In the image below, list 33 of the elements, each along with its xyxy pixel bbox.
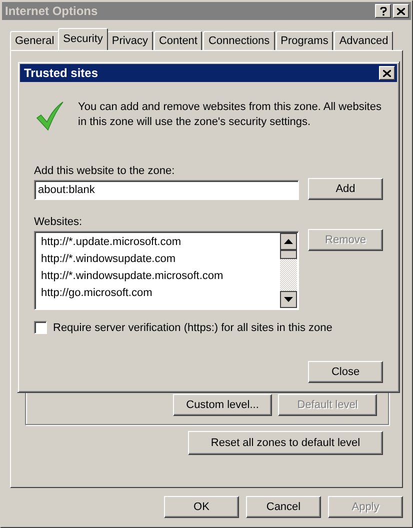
add-button[interactable]: Add — [308, 178, 383, 200]
description-text: You can add and remove websites from this zone. All websites in this zone will use the zone's security settings. — [78, 100, 382, 130]
website-input-field[interactable]: about:blank — [34, 180, 299, 200]
help-button[interactable] — [375, 4, 391, 18]
dialog-button[interactable]: OK — [164, 496, 239, 518]
dialog-button[interactable]: Cancel — [246, 496, 321, 518]
websites-label: Websites: — [34, 216, 84, 228]
dialog-title: Trusted sites — [24, 66, 100, 80]
question-mark-icon — [380, 6, 386, 16]
add-website-label: Add this website to the zone: — [34, 165, 176, 177]
reset-zones-button[interactable]: Reset all zones to default level — [188, 431, 383, 455]
tab[interactable]: General — [10, 31, 60, 50]
tab[interactable]: Programs — [276, 31, 334, 50]
check-icon — [36, 101, 64, 131]
website-item[interactable]: http://*.update.microsoft.com — [41, 234, 280, 251]
level-button[interactable]: Custom level... — [173, 394, 272, 416]
scrollbar[interactable] — [280, 233, 297, 308]
close-button[interactable] — [379, 66, 395, 80]
tab[interactable]: Content — [154, 31, 202, 50]
close-dialog-button[interactable]: Close — [308, 361, 383, 383]
website-item[interactable]: http://*.windowsupdate.microsoft.com — [41, 268, 280, 285]
website-item[interactable]: http://go.microsoft.com — [41, 285, 280, 302]
close-icon — [397, 8, 405, 14]
tab[interactable]: Privacy — [106, 31, 153, 50]
close-icon — [383, 70, 391, 76]
checkbox-label: Require server verification (https:) for all sites in this zone — [53, 322, 332, 334]
tab[interactable]: Connections — [203, 31, 275, 50]
tab[interactable]: Security — [58, 28, 108, 50]
window-title: Internet Options — [5, 4, 99, 18]
tab[interactable]: Advanced — [334, 31, 394, 50]
close-button[interactable] — [393, 4, 409, 18]
website-item[interactable]: http://*.windowsupdate.com — [41, 251, 280, 268]
checkbox[interactable] — [34, 321, 47, 334]
